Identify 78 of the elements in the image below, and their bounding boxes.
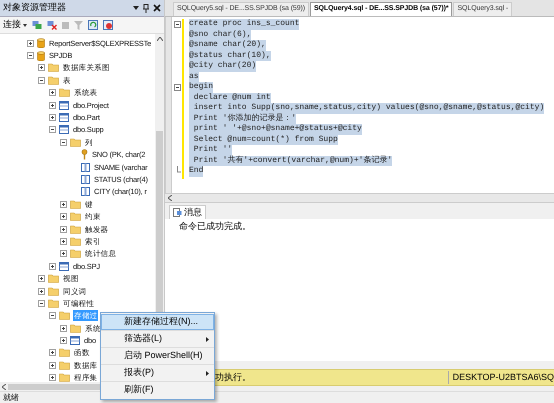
menu-item[interactable]: 新建存储过程(N)... [101,314,214,330]
folder-icon [59,88,70,98]
key-icon [81,149,88,160]
refresh-icon[interactable] [88,20,98,30]
submenu-arrow-icon [206,336,209,342]
pin-icon[interactable] [143,4,149,12]
menu-item[interactable]: 启动 PowerShell(H) [101,348,214,364]
scroll-left-icon[interactable] [2,384,6,390]
expand-icon[interactable] [60,226,67,233]
menu-item[interactable]: 报表(P) [101,365,214,381]
submenu-arrow-icon [206,370,209,376]
dropdown-icon[interactable] [133,6,139,10]
disconnect-icon[interactable] [47,20,57,30]
table-icon [70,336,80,346]
folder-icon [48,63,59,72]
collapse-icon[interactable] [38,300,45,307]
connect-icon[interactable] [32,20,42,30]
collapse-icon[interactable] [60,138,67,146]
folder-icon [70,200,81,209]
collapse-icon[interactable] [49,126,56,134]
table-icon [59,100,69,110]
database-icon [37,38,45,48]
caret-icon [23,24,27,26]
status-text: 就绪 [3,392,19,403]
folder-icon [59,348,70,358]
scroll-up-icon[interactable] [156,37,162,41]
expand-icon[interactable] [27,40,34,47]
folder-icon [70,224,81,234]
close-icon[interactable] [153,4,161,12]
expand-icon[interactable] [38,288,45,294]
fold-icon[interactable] [174,20,180,28]
expand-icon[interactable] [49,362,56,369]
folder-icon [70,324,81,333]
expand-icon[interactable] [49,262,56,270]
server-name: DESKTOP-U2BTSA6\SQ [448,370,554,384]
messages-tab[interactable]: 消息 [169,205,206,219]
folder-icon [70,212,81,222]
expand-icon[interactable] [60,238,67,245]
fold-icon[interactable] [174,84,180,91]
folder-icon [70,138,81,147]
folder-icon [70,236,81,246]
activity-icon[interactable] [103,20,113,30]
result-message: 命令已成功完成。 [179,221,251,231]
message-icon [173,208,182,217]
folder-icon [70,249,81,258]
expand-icon[interactable] [49,374,56,382]
collapse-icon[interactable] [38,76,45,84]
menu-item[interactable]: 筛选器(L) [101,331,214,347]
expand-icon[interactable] [49,114,56,122]
expand-icon[interactable] [60,324,67,332]
collapse-icon[interactable] [27,52,34,60]
table-icon [59,262,69,271]
expand-icon[interactable] [38,275,45,282]
expand-icon[interactable] [49,102,56,109]
folder-icon [48,76,59,85]
table-icon [59,113,69,122]
expand-icon[interactable] [60,213,67,220]
folder-icon [59,360,70,370]
table-icon [59,125,69,134]
query-status-message: 功执行。 [215,370,251,384]
messages-tab-label: 消息 [184,206,202,219]
expand-icon[interactable] [60,200,67,208]
expand-icon[interactable] [60,250,67,258]
folder-icon [48,286,59,296]
expand-icon[interactable] [49,349,56,356]
connect-button[interactable]: 连接 [3,18,27,32]
editor-horizontal-scrollbar[interactable] [165,193,554,203]
folder-icon [59,311,70,320]
folder-icon [48,298,59,308]
panel-title: 对象资源管理器 [3,1,66,14]
folder-icon [48,274,59,284]
expand-icon[interactable] [38,64,45,72]
database-icon [37,50,45,61]
menu-item[interactable]: 刷新(F) [101,382,214,398]
expand-icon[interactable] [49,89,56,96]
collapse-icon[interactable] [49,312,56,320]
expand-icon[interactable] [60,337,67,344]
scroll-left-icon[interactable] [168,195,172,201]
